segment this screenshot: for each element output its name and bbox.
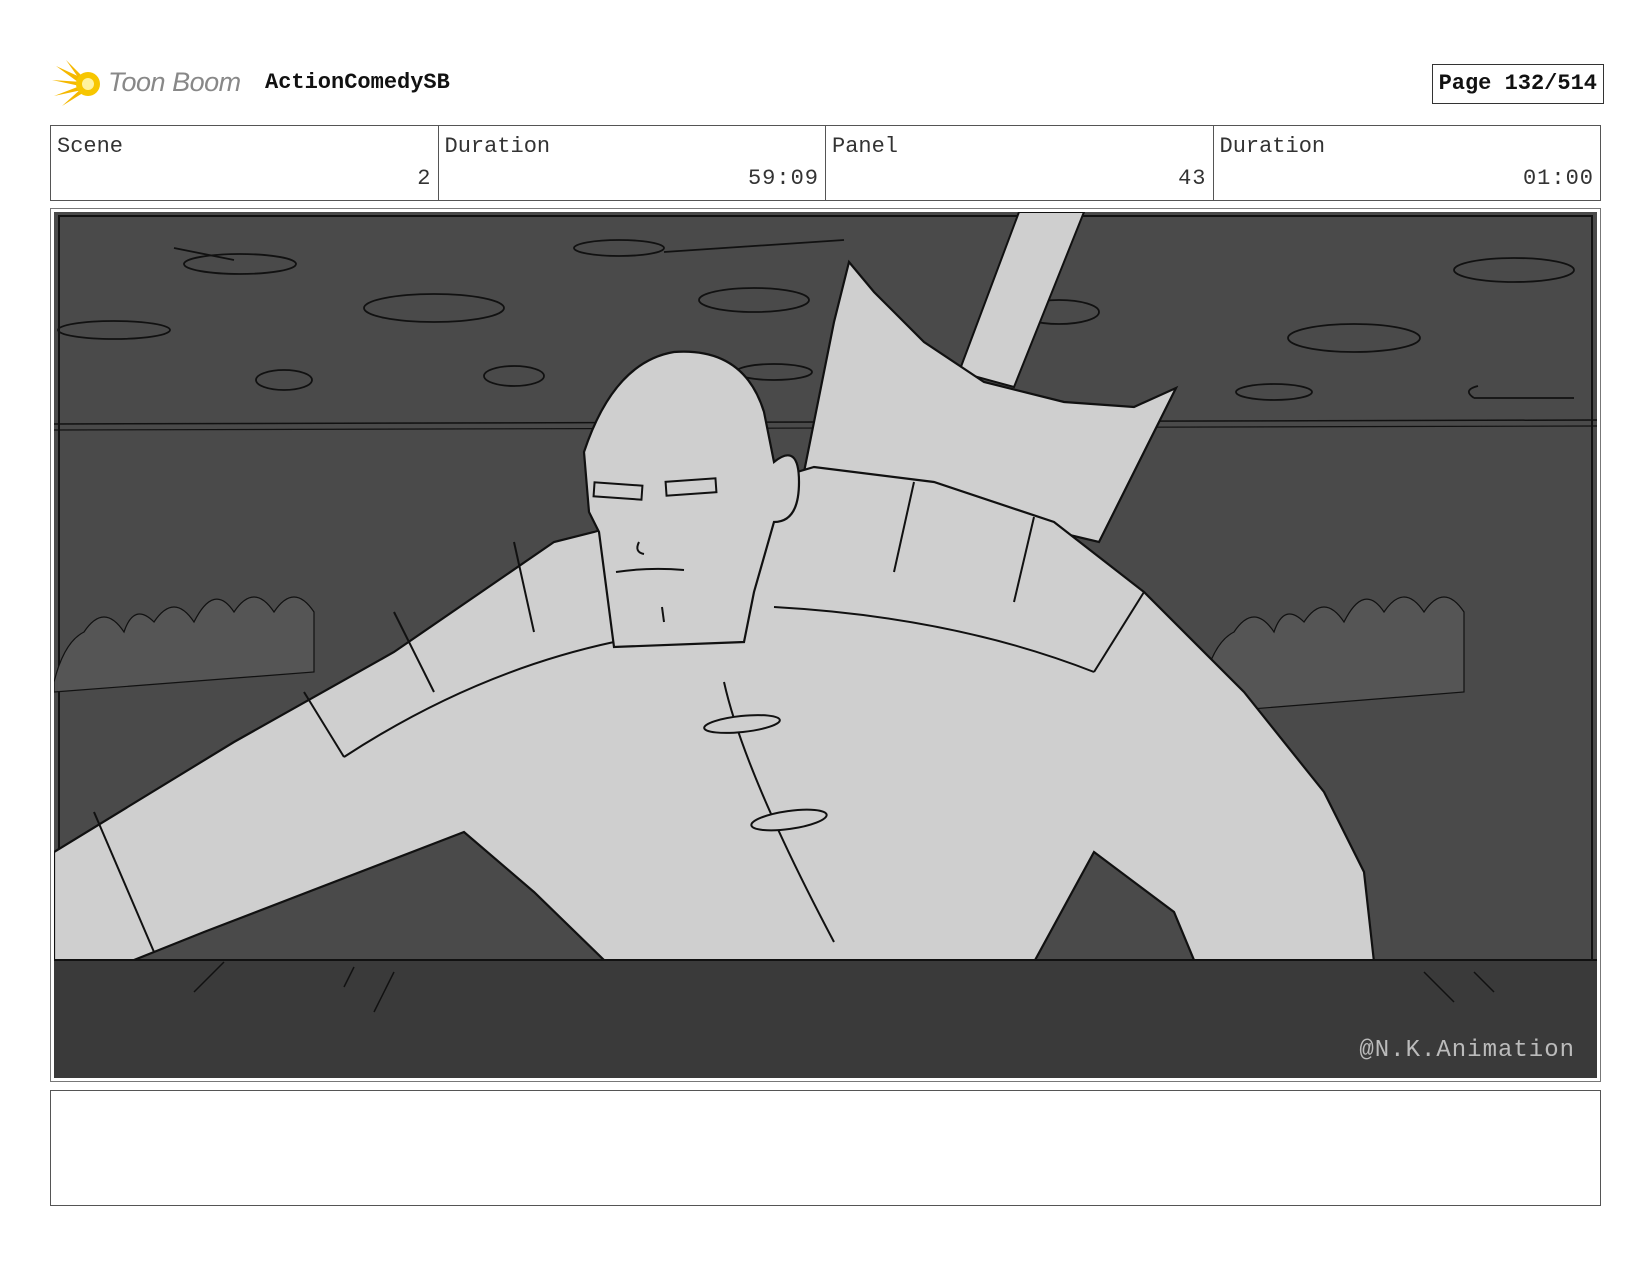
scene-value: 2 — [417, 166, 432, 191]
panel-label: Panel — [832, 134, 899, 159]
panel-duration-label: Duration — [1219, 134, 1326, 159]
page-number-badge: Page 132/514 — [1431, 64, 1604, 104]
logo-wordmark: Toon Boom — [108, 67, 241, 97]
starburst-icon — [52, 60, 100, 106]
page-header: Toon Boom ActionComedySB Page 132/514 — [52, 58, 1604, 108]
panel-cell: Panel 43 — [826, 126, 1214, 200]
scene-duration-cell: Duration 59:09 — [439, 126, 826, 200]
scene-label: Scene — [57, 134, 124, 159]
watermark: @N.K.Animation — [1359, 1037, 1575, 1064]
panel-notes-box[interactable] — [50, 1090, 1601, 1206]
panel-duration-value: 01:00 — [1522, 166, 1594, 191]
scene-duration-label: Duration — [444, 134, 551, 159]
panel-drawing — [54, 212, 1597, 1078]
panel-duration-cell: Duration 01:00 — [1214, 126, 1601, 200]
toon-boom-logo: Toon Boom — [52, 58, 252, 108]
panel-info-table: Scene 2 Duration 59:09 Panel 43 Duration… — [50, 125, 1601, 201]
panel-value: 43 — [1178, 166, 1207, 191]
scene-cell: Scene 2 — [51, 126, 439, 200]
storyboard-panel-image: @N.K.Animation — [54, 212, 1597, 1078]
project-title: ActionComedySB — [265, 70, 450, 95]
scene-duration-value: 59:09 — [747, 166, 819, 191]
